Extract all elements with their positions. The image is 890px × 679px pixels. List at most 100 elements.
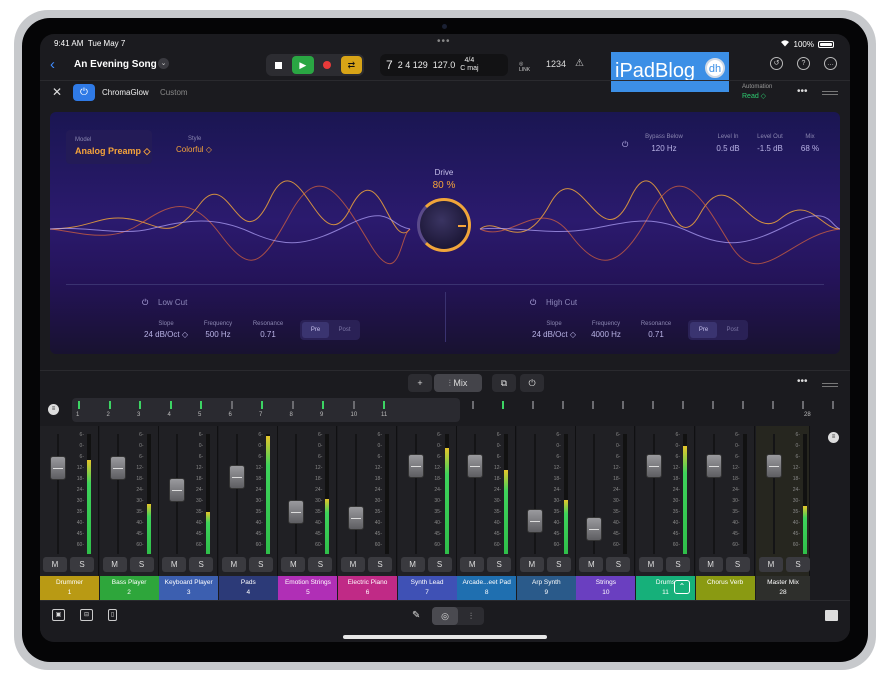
file-icon[interactable]: ▯: [108, 609, 117, 621]
mute-button[interactable]: M: [759, 557, 783, 572]
inspector-icon[interactable]: ⊟: [80, 609, 93, 621]
power-icon[interactable]: ⏻: [520, 374, 544, 392]
keyboard-icon[interactable]: [825, 610, 838, 621]
drive-knob[interactable]: [417, 198, 471, 252]
home-indicator[interactable]: [343, 635, 547, 639]
high-cut-power-icon[interactable]: ⏻: [530, 298, 536, 308]
channel-name-label[interactable]: Bass Player 2: [99, 576, 159, 600]
low-cut-pre-button[interactable]: Pre: [302, 322, 329, 338]
bypass-value[interactable]: 120 Hz: [640, 144, 688, 153]
high-cut-resonance-value[interactable]: 0.71: [634, 330, 678, 339]
song-title[interactable]: An Evening Song: [74, 59, 157, 70]
mixer-more-icon[interactable]: •••: [797, 376, 808, 387]
style-selector[interactable]: Colorful ◇: [176, 145, 212, 154]
mix-view-button[interactable]: ⫶ Mix: [434, 374, 482, 392]
close-icon[interactable]: ✕: [52, 85, 62, 99]
level-in-value[interactable]: 0.5 dB: [708, 144, 748, 153]
plugin-preset[interactable]: Custom: [160, 88, 188, 97]
high-cut-post-button[interactable]: Post: [719, 322, 746, 338]
channel-name-label[interactable]: Synth Lead 7: [397, 576, 457, 600]
level-out-value[interactable]: -1.5 dB: [750, 144, 790, 153]
solo-button[interactable]: S: [606, 557, 631, 572]
play-button[interactable]: ▶: [292, 56, 314, 74]
volume-fader[interactable]: [169, 478, 186, 502]
volume-fader[interactable]: [407, 453, 424, 478]
channel-name-label[interactable]: Arp Synth 9: [516, 576, 576, 600]
low-cut-slope-value[interactable]: 24 dB/Oct ◇: [136, 330, 196, 339]
mute-button[interactable]: M: [102, 557, 127, 572]
solo-button[interactable]: S: [248, 557, 273, 572]
mix-value[interactable]: 68 %: [792, 144, 828, 153]
expand-up-icon[interactable]: ⌃: [674, 580, 690, 594]
high-cut-frequency-value[interactable]: 4000 Hz: [584, 330, 628, 339]
mute-button[interactable]: M: [698, 557, 723, 572]
channel-name-label[interactable]: Pads 4: [218, 576, 278, 600]
volume-fader[interactable]: [348, 505, 364, 530]
volume-fader[interactable]: [705, 453, 722, 478]
mute-button[interactable]: M: [519, 557, 544, 572]
song-menu-chevron-icon[interactable]: ⌄: [158, 58, 169, 69]
plugin-more-icon[interactable]: •••: [797, 86, 808, 97]
channel-name-label[interactable]: Electric Piano 6: [338, 576, 397, 600]
solo-button[interactable]: S: [368, 557, 392, 572]
volume-fader[interactable]: [50, 456, 66, 480]
high-cut-slope-value[interactable]: 24 dB/Oct ◇: [524, 330, 584, 339]
lcd-display[interactable]: 7 2 4 129 127.0 4/4 C maj: [380, 54, 508, 76]
channel-name-label[interactable]: Emotion Strings 5: [278, 576, 338, 600]
solo-button[interactable]: S: [487, 557, 512, 572]
multitasking-dots[interactable]: •••: [437, 36, 451, 47]
volume-fader[interactable]: [646, 453, 662, 478]
low-cut-post-button[interactable]: Post: [331, 322, 358, 338]
volume-fader[interactable]: [109, 456, 126, 480]
solo-button[interactable]: S: [129, 557, 154, 572]
record-button[interactable]: [317, 56, 338, 74]
channel-name-label[interactable]: Keyboard Player 3: [159, 576, 219, 600]
duplicate-icon[interactable]: ⧉: [492, 374, 516, 392]
track-overview-ruler-right[interactable]: 28: [460, 398, 840, 422]
browser-icon[interactable]: ▣: [52, 609, 65, 621]
view-switcher[interactable]: ◎ ⫶: [432, 607, 484, 625]
count-in-button[interactable]: 1234: [546, 59, 566, 69]
mixer-resize-handle[interactable]: [822, 383, 838, 387]
model-selector[interactable]: Model Analog Preamp ◇: [66, 130, 152, 164]
resize-handle[interactable]: [822, 91, 838, 95]
volume-fader[interactable]: [228, 464, 245, 489]
high-cut-pre-button[interactable]: Pre: [690, 322, 717, 338]
volume-fader[interactable]: [467, 453, 484, 478]
smart-controls-icon[interactable]: ◎: [432, 607, 458, 625]
solo-button[interactable]: S: [786, 557, 810, 572]
mute-button[interactable]: M: [400, 557, 425, 572]
mute-button[interactable]: M: [162, 557, 187, 572]
mute-button[interactable]: M: [281, 557, 306, 572]
help-icon[interactable]: ?: [797, 57, 810, 70]
back-button[interactable]: ‹: [50, 56, 55, 73]
volume-fader[interactable]: [766, 453, 782, 478]
mute-button[interactable]: M: [639, 557, 663, 572]
channel-name-label[interactable]: Master Mix 28: [756, 576, 810, 600]
volume-fader[interactable]: [586, 516, 603, 541]
channel-name-label[interactable]: Strings 10: [576, 576, 636, 600]
solo-button[interactable]: S: [308, 557, 333, 572]
mute-button[interactable]: M: [341, 557, 365, 572]
low-cut-frequency-value[interactable]: 500 Hz: [196, 330, 240, 339]
link-button[interactable]: ◎ LINK: [519, 61, 530, 73]
mixer-icon[interactable]: ⫶: [458, 607, 484, 625]
cycle-button[interactable]: ⇄: [340, 56, 362, 74]
volume-fader[interactable]: [288, 500, 305, 524]
mute-button[interactable]: M: [221, 557, 246, 572]
mute-button[interactable]: M: [43, 557, 67, 572]
solo-button[interactable]: S: [70, 557, 94, 572]
high-cut-pre-post[interactable]: Pre Post: [688, 320, 748, 340]
channel-name-label[interactable]: Chorus Verb: [695, 576, 755, 600]
channel-name-label[interactable]: Arcade...eet Pad 8: [457, 576, 517, 600]
low-cut-pre-post[interactable]: Pre Post: [300, 320, 360, 340]
filter-icon[interactable]: ≡: [48, 404, 59, 415]
mute-button[interactable]: M: [460, 557, 485, 572]
low-cut-power-icon[interactable]: ⏻: [142, 298, 148, 308]
channel-name-label[interactable]: Drummer 1: [40, 576, 99, 600]
solo-button[interactable]: S: [189, 557, 214, 572]
solo-button[interactable]: S: [546, 557, 571, 572]
volume-fader[interactable]: [526, 508, 543, 533]
low-cut-resonance-value[interactable]: 0.71: [246, 330, 290, 339]
stop-button[interactable]: [268, 56, 289, 74]
